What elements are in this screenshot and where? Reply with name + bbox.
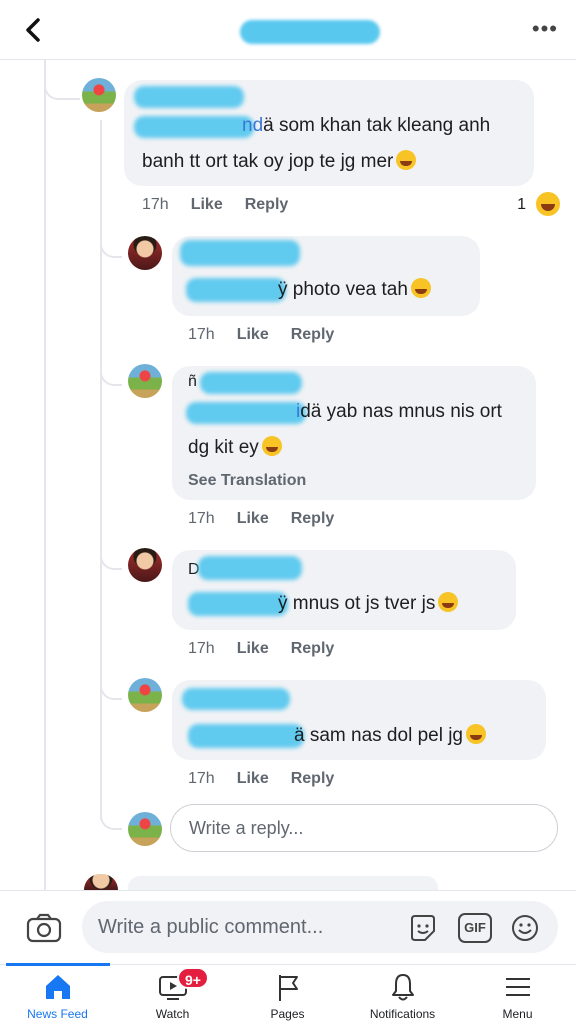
tab-notifications[interactable]: Notifications [345,965,460,1024]
flag-icon [279,975,298,1001]
comment-meta: 17h Like Reply [142,196,310,214]
tab-menu[interactable]: Menu [460,965,575,1024]
reply-connector [100,548,122,570]
avatar[interactable] [128,678,162,712]
redacted-mention [188,592,288,616]
like-button[interactable]: Like [191,196,223,213]
chevron-left-icon[interactable] [16,12,52,48]
more-horizontal-icon[interactable]: ••• [532,16,558,42]
reply-connector [100,808,122,830]
comment-text-line-2: banh tt ort tak oy jop te jg mer [142,150,417,174]
avatar[interactable] [84,874,118,890]
tab-news-feed[interactable]: News Feed [0,963,115,1024]
reaction-count[interactable]: 1 [517,196,526,214]
reply-text: ä sam nas dol pel jg [294,724,486,748]
reply-text: ÿ mnus ot js tver js [278,592,459,616]
reply-thread-line [100,120,102,820]
timestamp: 17h [188,510,215,527]
comment-composer: Write a public comment... GIF [0,890,576,964]
see-translation-link[interactable]: See Translation [188,472,306,490]
reply-connector [100,364,122,386]
emoji-icon[interactable] [510,913,540,943]
redacted-author-name [198,556,302,580]
reply-meta: 17h Like Reply [188,640,356,658]
thread-line [44,60,46,890]
reply-meta: 17h Like Reply [188,510,356,528]
timestamp: 17h [142,196,169,213]
reply-button[interactable]: Reply [291,326,335,343]
avatar[interactable] [128,364,162,398]
gif-label: GIF [464,920,486,935]
tab-label: News Feed [27,1007,88,1021]
comment-placeholder: Write a public comment... [98,916,324,938]
reply-bubble: ÿ photo vea tah [172,236,480,316]
menu-icon [506,978,530,996]
notification-badge: 9+ [177,967,209,989]
comment-bubble [128,876,438,890]
reply-connector [100,678,122,700]
laughing-emoji-icon [396,150,417,170]
like-button[interactable]: Like [237,770,269,787]
like-button[interactable]: Like [237,326,269,343]
reply-placeholder: Write a reply... [189,818,304,838]
reply-input[interactable]: Write a reply... [170,804,558,852]
redacted-mention [188,724,304,748]
author-initial: ñ [188,373,197,390]
redacted-author-name [134,86,244,108]
bottom-tab-bar: News Feed 9+ Watch Pages Notifications M… [0,963,576,1024]
thread-connector [44,60,80,100]
reply-meta: 17h Like Reply [188,326,356,344]
laughing-emoji-icon [410,278,431,298]
reply-button[interactable]: Reply [245,196,289,213]
active-tab-indicator [6,963,110,966]
gif-icon[interactable]: GIF [458,913,492,943]
reply-button[interactable]: Reply [291,770,335,787]
reply-bubble: ñ idä yab nas mnus nis ort dg kit ey See… [172,366,536,500]
tab-pages[interactable]: Pages [230,965,345,1024]
reply-meta: 17h Like Reply [188,770,356,788]
redacted-author-name [200,372,302,394]
avatar[interactable] [82,78,116,112]
rofl-emoji-icon [261,436,282,456]
tab-watch[interactable]: 9+ Watch [115,965,230,1024]
avatar[interactable] [128,236,162,270]
like-button[interactable]: Like [237,640,269,657]
tab-label: Watch [155,1007,190,1021]
redacted-mention [186,278,286,302]
reply-bubble: D ÿ mnus ot js tver js [172,550,516,630]
reply-bubble: ä sam nas dol pel jg [172,680,546,760]
tab-label: Pages [270,1007,305,1021]
timestamp: 17h [188,770,215,787]
reply-button[interactable]: Reply [291,510,335,527]
redacted-mention [134,116,254,138]
crying-emoji-icon [438,592,459,612]
redacted-page-title [240,20,380,44]
haha-reaction-icon[interactable] [536,192,560,216]
redacted-mention [186,402,306,424]
tab-label: Menu [502,1007,533,1021]
home-icon [46,975,70,999]
bell-icon [392,974,414,1001]
reply-text-line-2: dg kit ey [188,436,282,460]
timestamp: 17h [188,326,215,343]
comment-input[interactable]: Write a public comment... GIF [82,901,558,953]
timestamp: 17h [188,640,215,657]
tab-label: Notifications [369,1007,436,1021]
camera-icon[interactable] [26,913,62,943]
redacted-author-name [180,240,300,266]
reply-text: ÿ photo vea tah [278,278,431,302]
weary-emoji-icon [466,724,486,744]
comment-bubble: ndä som khan tak kleang anh banh tt ort … [124,80,534,186]
reply-connector [100,236,122,258]
reply-text: idä yab nas mnus nis ort [296,401,502,422]
my-avatar [128,812,162,846]
reply-button[interactable]: Reply [291,640,335,657]
comment-text: ndä som khan tak kleang anh [242,115,491,136]
avatar[interactable] [128,548,162,582]
sticker-icon[interactable] [408,913,438,943]
redacted-author-name [182,688,290,710]
top-bar: ••• [0,0,576,60]
like-button[interactable]: Like [237,510,269,527]
